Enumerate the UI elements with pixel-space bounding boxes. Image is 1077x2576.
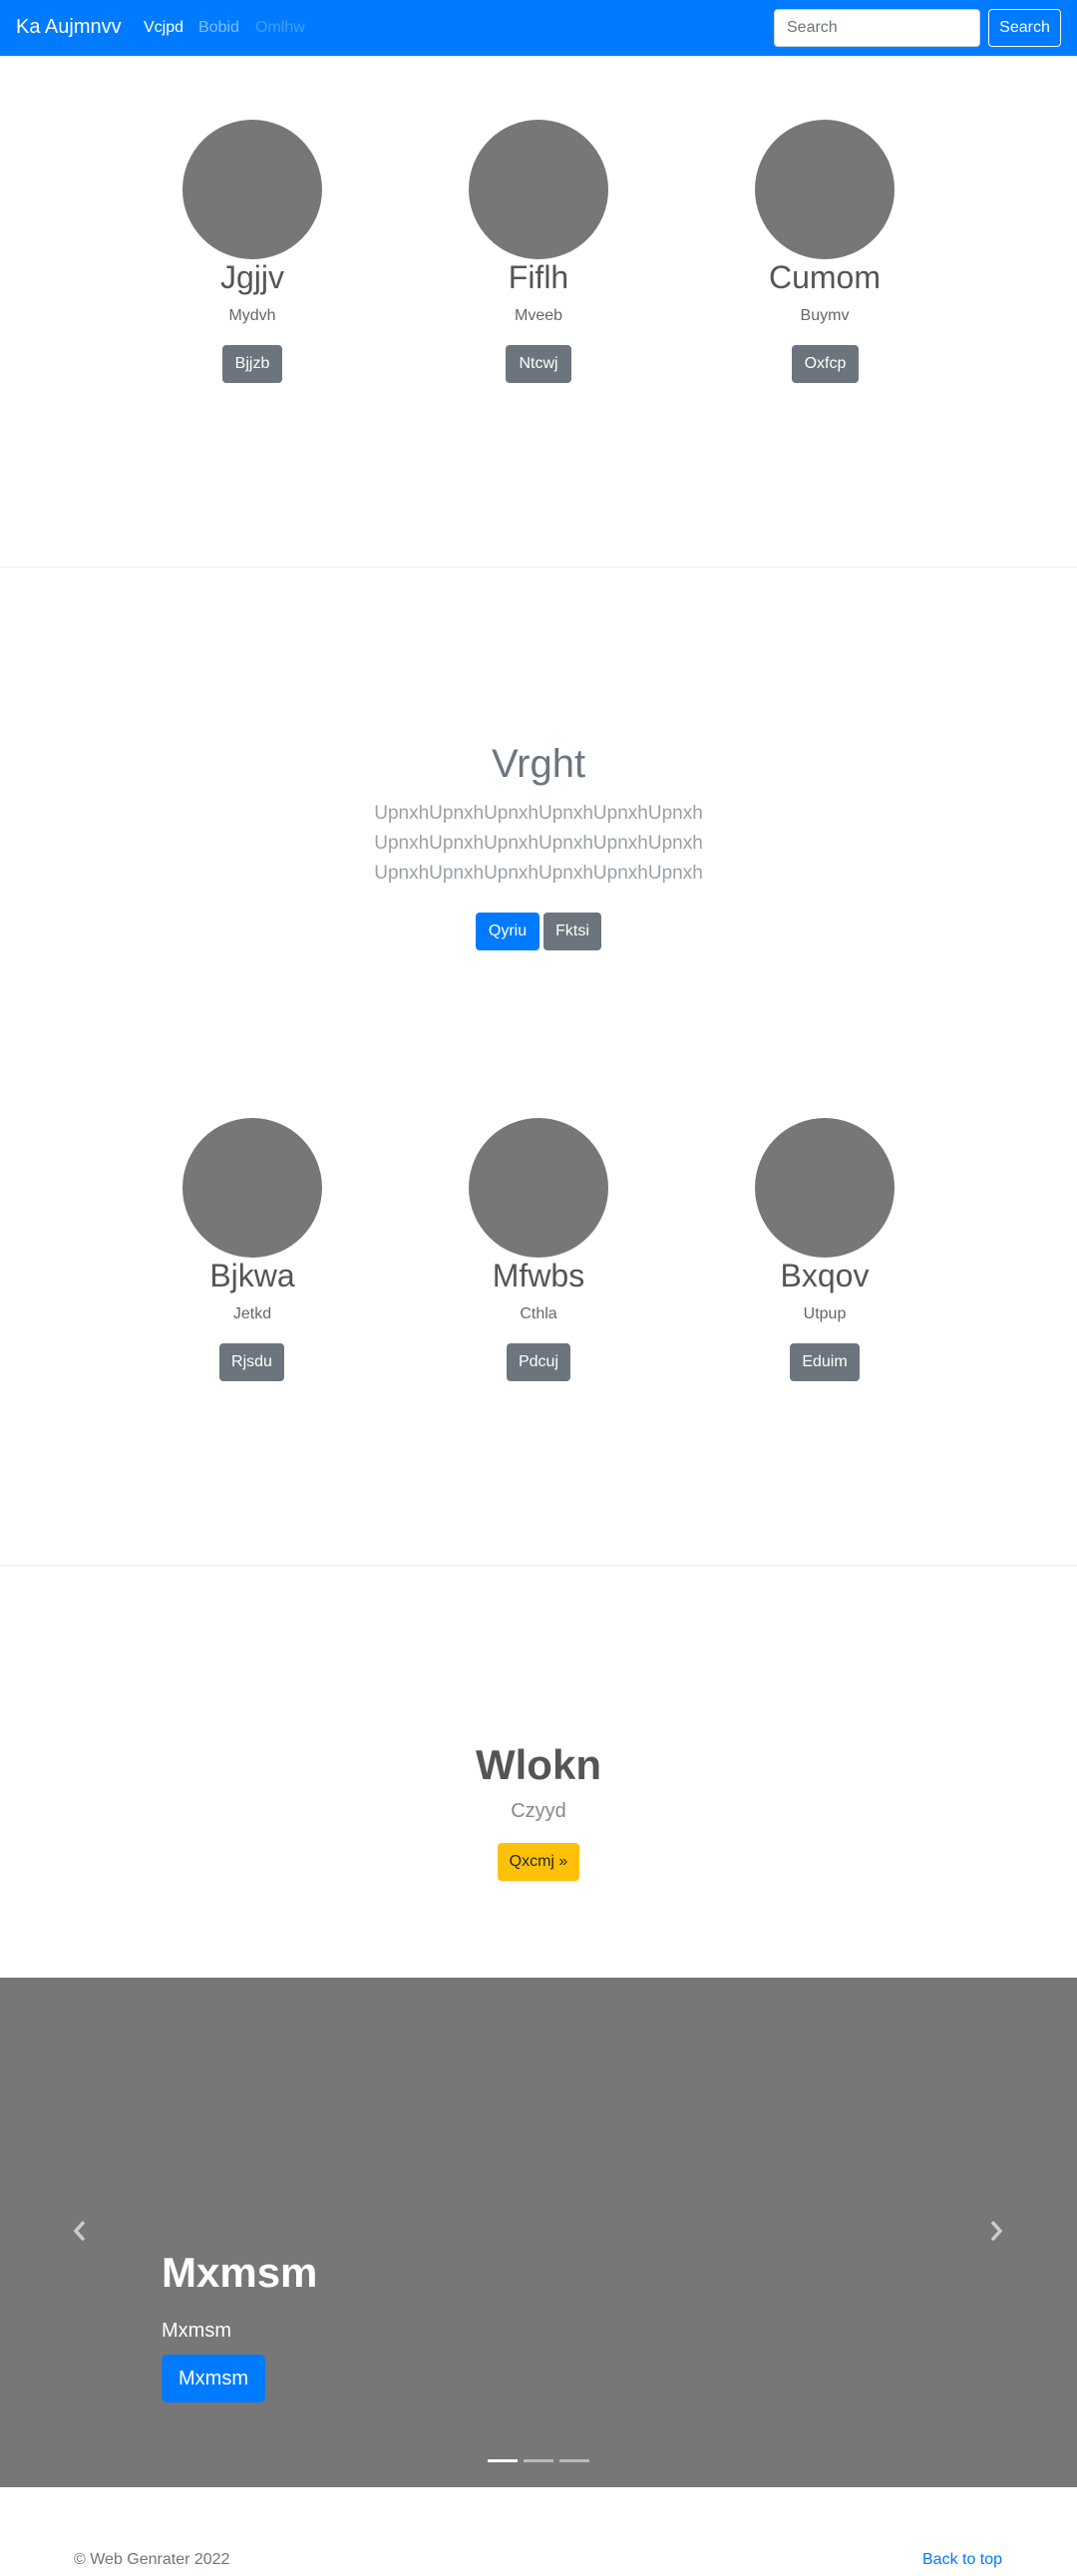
- profile-avatar: [469, 120, 608, 259]
- section-divider: [0, 1565, 1077, 1566]
- nav-link-omlhw[interactable]: Omlhw: [255, 19, 305, 37]
- feature-subtitle: Czyyd: [511, 1800, 566, 1822]
- carousel-indicator[interactable]: [559, 2459, 589, 2462]
- profile-button[interactable]: Rjsdu: [219, 1343, 284, 1381]
- nav-link-vcjpd[interactable]: Vcjpd: [144, 19, 183, 37]
- carousel-indicator[interactable]: [488, 2459, 518, 2462]
- carousel: Mxmsm Mxmsm Mxmsm: [0, 1978, 1077, 2487]
- profile-subtitle: Jetkd: [232, 1305, 272, 1322]
- hero-text-line: UpnxhUpnxhUpnxhUpnxhUpnxhUpnxh: [374, 803, 703, 824]
- hero-secondary-button[interactable]: Fktsi: [543, 913, 601, 950]
- profile-name: Bjkwa: [209, 1258, 295, 1293]
- profile-avatar: [182, 120, 322, 259]
- profile-name: Bxqov: [780, 1258, 870, 1293]
- hero-text-line: UpnxhUpnxhUpnxhUpnxhUpnxhUpnxh: [374, 833, 703, 854]
- carousel-prev-icon[interactable]: [70, 2216, 90, 2246]
- top-navbar: Ka Aujmnvv Vcjpd Bobid Omlhw Search: [0, 0, 1077, 56]
- hero-primary-button[interactable]: Qyriu: [476, 913, 539, 950]
- profile-avatar: [755, 1118, 895, 1258]
- profile-subtitle: Buymv: [800, 307, 850, 324]
- profile-subtitle: Mveeb: [514, 307, 563, 324]
- profile-name: Mfwbs: [492, 1258, 585, 1293]
- feature-button[interactable]: Qxcmj »: [498, 1843, 579, 1881]
- profile-name: Cumom: [768, 259, 881, 295]
- carousel-caption-button[interactable]: Mxmsm: [162, 2355, 265, 2402]
- nav-link-bobid[interactable]: Bobid: [198, 19, 239, 37]
- carousel-caption-title: Mxmsm: [162, 2249, 318, 2296]
- profile-avatar: [755, 120, 895, 259]
- profile-subtitle: Cthla: [520, 1305, 557, 1322]
- hero-title: Vrght: [491, 742, 586, 786]
- brand-logo-text[interactable]: Ka Aujmnvv: [16, 16, 122, 39]
- feature-title: Wlokn: [476, 1741, 601, 1788]
- profile-name: Fiflh: [508, 259, 569, 295]
- profile-avatar: [469, 1118, 608, 1258]
- profile-avatar: [182, 1118, 322, 1258]
- profile-name: Jgjjv: [219, 259, 284, 295]
- hero-text-line: UpnxhUpnxhUpnxhUpnxhUpnxhUpnxh: [374, 863, 703, 884]
- carousel-next-icon[interactable]: [986, 2216, 1006, 2246]
- profile-subtitle: Mydvh: [228, 307, 276, 324]
- footer-copyright: © Web Genrater 2022: [74, 2551, 230, 2568]
- profile-button[interactable]: Oxfcp: [792, 345, 859, 383]
- search-input[interactable]: [774, 9, 980, 47]
- section-divider: [0, 566, 1077, 567]
- profile-subtitle: Utpup: [803, 1305, 847, 1322]
- profile-button[interactable]: Bjjzb: [222, 345, 282, 383]
- profile-button[interactable]: Ntcwj: [506, 345, 571, 383]
- carousel-indicator[interactable]: [524, 2459, 553, 2462]
- carousel-caption-subtitle: Mxmsm: [162, 2320, 231, 2342]
- back-to-top-link[interactable]: Back to top: [922, 2551, 1002, 2569]
- profile-button[interactable]: Eduim: [790, 1343, 860, 1381]
- search-button[interactable]: Search: [988, 9, 1061, 47]
- profile-button[interactable]: Pdcuj: [507, 1343, 570, 1381]
